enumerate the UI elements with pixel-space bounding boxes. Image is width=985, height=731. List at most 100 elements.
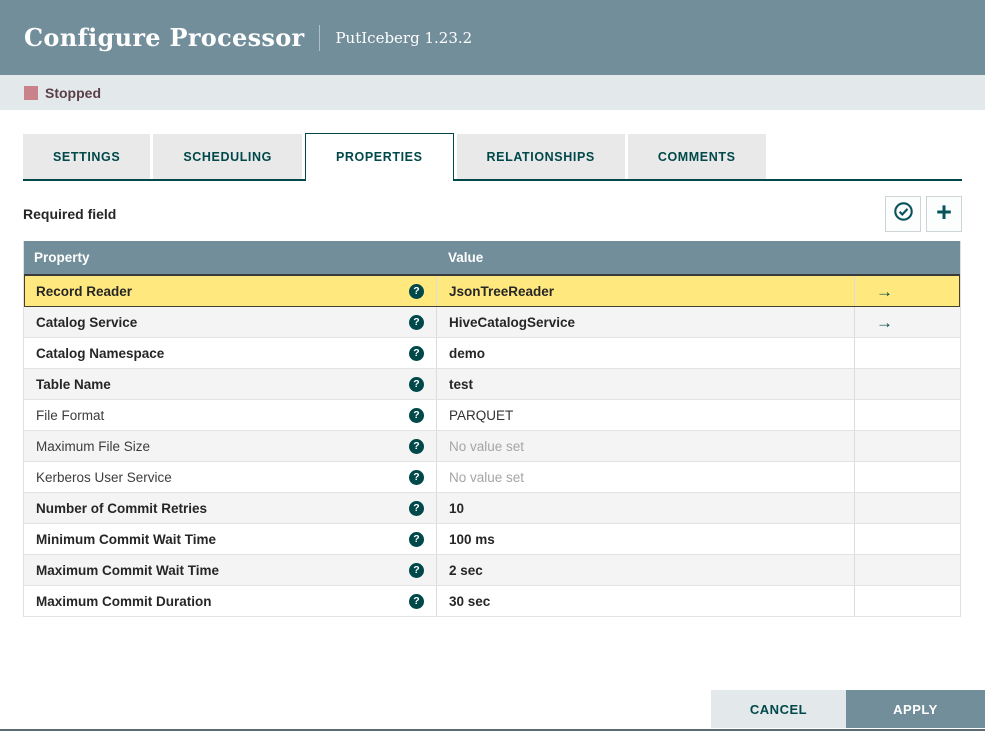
property-value-cell[interactable]: No value set xyxy=(437,431,855,461)
value-column-header: Value xyxy=(448,250,484,265)
help-icon[interactable]: ? xyxy=(409,314,424,330)
property-value: HiveCatalogService xyxy=(449,314,576,330)
property-value: 10 xyxy=(449,500,465,516)
goto-cell xyxy=(855,431,960,461)
tab-comments[interactable]: COMMENTS xyxy=(627,134,766,179)
property-value-cell[interactable]: HiveCatalogService xyxy=(437,307,855,337)
tab-relationships[interactable]: RELATIONSHIPS xyxy=(456,134,625,179)
tab-settings[interactable]: SETTINGS xyxy=(23,134,151,179)
cancel-button[interactable]: CANCEL xyxy=(711,690,846,728)
goto-cell xyxy=(855,400,960,430)
property-row[interactable]: Minimum Commit Wait Time? 100 ms xyxy=(24,524,960,555)
property-name: Maximum File Size xyxy=(36,438,151,454)
goto-service-arrow-icon[interactable]: → xyxy=(876,283,893,300)
goto-cell: → xyxy=(855,307,960,337)
tab-label: SETTINGS xyxy=(53,149,121,164)
goto-cell: → xyxy=(855,276,960,306)
property-value-cell[interactable]: No value set xyxy=(437,462,855,492)
property-row[interactable]: Catalog Namespace? demo xyxy=(24,338,960,369)
property-name-cell: Catalog Service? xyxy=(24,307,437,337)
property-row[interactable]: Maximum Commit Duration? 30 sec xyxy=(24,586,960,617)
tab-label: SCHEDULING xyxy=(183,149,272,164)
property-name-cell: Catalog Namespace? xyxy=(24,338,437,368)
dialog-title: Configure Processor xyxy=(24,23,305,52)
properties-toolbar: + xyxy=(885,195,962,232)
help-icon[interactable]: ? xyxy=(409,500,424,516)
property-row[interactable]: Catalog Service? HiveCatalogService → xyxy=(24,307,960,338)
table-header: Property Value xyxy=(24,241,960,276)
help-icon[interactable]: ? xyxy=(409,469,424,485)
property-value-cell[interactable]: 100 ms xyxy=(437,524,855,554)
property-value: test xyxy=(449,376,474,392)
verify-properties-button[interactable] xyxy=(885,195,921,232)
property-name: Minimum Commit Wait Time xyxy=(36,531,217,547)
property-row[interactable]: Kerberos User Service? No value set xyxy=(24,462,960,493)
property-value-cell[interactable]: JsonTreeReader xyxy=(437,276,855,306)
tab-bar: SETTINGS SCHEDULING PROPERTIES RELATIONSHIP… xyxy=(23,133,962,181)
property-row[interactable]: Record Reader? JsonTreeReader → xyxy=(24,276,960,307)
property-value: 2 sec xyxy=(449,562,483,578)
property-row[interactable]: Number of Commit Retries? 10 xyxy=(24,493,960,524)
property-value: PARQUET xyxy=(449,407,514,423)
property-value-cell[interactable]: demo xyxy=(437,338,855,368)
property-name-cell: Number of Commit Retries? xyxy=(24,493,437,523)
property-name: Record Reader xyxy=(36,283,133,299)
configure-processor-dialog: Configure Processor PutIceberg 1.23.2 St… xyxy=(0,0,985,731)
help-icon[interactable]: ? xyxy=(409,531,424,547)
properties-table-body: Record Reader? JsonTreeReader → Catalog Ser… xyxy=(24,276,960,617)
property-row[interactable]: Maximum File Size? No value set xyxy=(24,431,960,462)
property-value: JsonTreeReader xyxy=(449,283,555,299)
help-icon[interactable]: ? xyxy=(409,407,424,423)
goto-cell xyxy=(855,555,960,585)
property-name-cell: Maximum Commit Duration? xyxy=(24,586,437,616)
goto-service-arrow-icon[interactable]: → xyxy=(876,314,893,331)
tab-properties[interactable]: PROPERTIES xyxy=(304,133,454,181)
property-name: Maximum Commit Wait Time xyxy=(36,562,220,578)
property-value: 30 sec xyxy=(449,593,491,609)
tab-scheduling[interactable]: SCHEDULING xyxy=(153,134,302,179)
goto-cell xyxy=(855,586,960,616)
check-circle-icon xyxy=(893,201,914,227)
goto-cell xyxy=(855,524,960,554)
property-name: File Format xyxy=(36,407,105,423)
property-name-cell: Record Reader? xyxy=(24,276,437,306)
stopped-status-icon xyxy=(24,85,38,100)
tab-label: COMMENTS xyxy=(657,149,736,164)
dialog-content: SETTINGS SCHEDULING PROPERTIES RELATIONSHIP… xyxy=(0,133,985,617)
property-value: 100 ms xyxy=(449,531,495,547)
property-name: Catalog Service xyxy=(36,314,138,330)
add-property-button[interactable]: + xyxy=(926,195,962,232)
property-name-cell: Kerberos User Service? xyxy=(24,462,437,492)
help-icon[interactable]: ? xyxy=(409,593,424,609)
status-label: Stopped xyxy=(45,84,101,101)
property-row[interactable]: File Format? PARQUET xyxy=(24,400,960,431)
help-icon[interactable]: ? xyxy=(409,345,424,361)
property-name: Catalog Namespace xyxy=(36,345,165,361)
property-value-cell[interactable]: 30 sec xyxy=(437,586,855,616)
dialog-footer: CANCEL APPLY xyxy=(711,690,985,728)
help-icon[interactable]: ? xyxy=(409,376,424,392)
property-value: demo xyxy=(449,345,486,361)
property-value-cell[interactable]: test xyxy=(437,369,855,399)
properties-table: Property Value Record Reader? JsonTreeRea… xyxy=(23,241,961,617)
title-divider xyxy=(319,24,321,51)
property-name: Maximum Commit Duration xyxy=(36,593,212,609)
property-name-cell: Maximum File Size? xyxy=(24,431,437,461)
help-icon[interactable]: ? xyxy=(409,283,424,299)
plus-icon: + xyxy=(936,196,952,227)
property-name-cell: Minimum Commit Wait Time? xyxy=(24,524,437,554)
property-value-cell[interactable]: 10 xyxy=(437,493,855,523)
property-name: Kerberos User Service xyxy=(36,469,172,485)
tab-label: PROPERTIES xyxy=(335,149,423,164)
property-row[interactable]: Maximum Commit Wait Time? 2 sec xyxy=(24,555,960,586)
apply-button[interactable]: APPLY xyxy=(846,690,985,728)
help-icon[interactable]: ? xyxy=(409,562,424,578)
goto-cell xyxy=(855,493,960,523)
property-name-cell: File Format? xyxy=(24,400,437,430)
property-value-cell[interactable]: 2 sec xyxy=(437,555,855,585)
help-icon[interactable]: ? xyxy=(409,438,424,454)
goto-cell xyxy=(855,369,960,399)
property-value: No value set xyxy=(449,438,525,454)
property-row[interactable]: Table Name? test xyxy=(24,369,960,400)
property-value-cell[interactable]: PARQUET xyxy=(437,400,855,430)
